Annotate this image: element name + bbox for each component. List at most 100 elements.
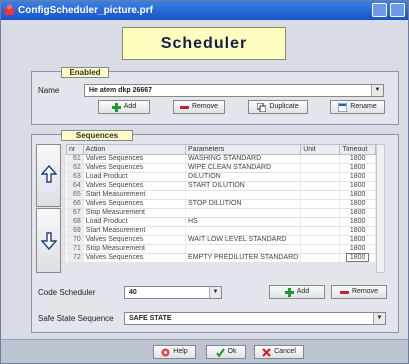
row-action: Start Measurement [83, 190, 187, 200]
row-action: Stop Measurement [83, 208, 187, 218]
table-row[interactable]: 66 Valves Sequences STOP DILUTION 1800 [66, 199, 376, 209]
timeout-value: 1800 [349, 155, 366, 162]
row-parameters: DILUTION [185, 172, 302, 182]
row-unit [300, 208, 341, 218]
chevron-down-icon: ▼ [371, 85, 383, 96]
row-unit [300, 190, 341, 200]
row-action: Valves Sequences [83, 163, 187, 173]
row-number: 68 [66, 217, 84, 227]
table-row[interactable]: 69 Start Measurement 1800 [66, 226, 376, 236]
row-parameters: START DILUTION [185, 181, 302, 191]
table-row[interactable]: 68 Load Product HS 1800 [66, 217, 376, 227]
code-scheduler-select[interactable]: 40 ▼ [124, 286, 222, 299]
row-number: 71 [66, 244, 84, 254]
table-row[interactable]: 63 Load Product DILUTION 1800 [66, 172, 376, 182]
remove-button[interactable]: Remove [173, 100, 225, 114]
row-timeout: 1800 [339, 208, 376, 218]
row-unit [300, 253, 341, 263]
arrow-up-icon [41, 165, 57, 183]
rename-button[interactable]: Rename [330, 100, 385, 114]
duplicate-button[interactable]: Duplicate [248, 100, 308, 114]
safe-state-select[interactable]: SAFE STATE ▼ [124, 312, 386, 325]
row-parameters [185, 190, 302, 200]
row-parameters: EMPTY PREDILUTER STANDARD [185, 253, 302, 263]
row-action: Valves Sequences [83, 253, 187, 263]
safe-state-label: Safe State Sequence [38, 314, 114, 323]
rename-icon [338, 102, 348, 112]
table-row[interactable]: 71 Stop Measurement 1800 [66, 244, 376, 254]
timeout-value: 1800 [345, 253, 370, 262]
arrow-down-icon [41, 232, 57, 250]
code-remove-button[interactable]: Remove [331, 285, 387, 299]
row-unit [300, 181, 341, 191]
row-parameters [185, 226, 302, 236]
add-button-label: Add [123, 103, 137, 110]
row-number: 61 [66, 154, 84, 164]
code-scheduler-label: Code Scheduler [38, 288, 96, 297]
column-header: Timeout [339, 144, 376, 155]
checkmark-icon [215, 347, 225, 357]
window-title: ConfigScheduler_picture.prf [18, 5, 154, 16]
table-row[interactable]: 62 Valves Sequences WIPE CLEAN STANDARD 180… [66, 163, 376, 173]
x-icon [262, 347, 271, 357]
chevron-down-icon: ▼ [209, 287, 221, 298]
timeout-value: 1800 [349, 218, 366, 225]
column-header: Action [82, 144, 187, 155]
sequences-table[interactable]: nr Action Parameters Unit Timeout 61 Valv… [66, 144, 376, 263]
row-action: Valves Sequences [83, 181, 187, 191]
timeout-value: 1800 [349, 164, 366, 171]
row-number: 72 [66, 253, 84, 263]
row-timeout: 1800 [339, 154, 376, 164]
remove-button-label: Remove [191, 103, 219, 110]
row-unit [300, 217, 341, 227]
row-timeout: 1800 [339, 163, 376, 173]
row-parameters: WASHING STANDARD [185, 154, 302, 164]
row-parameters: WAIT LOW LEVEL STANDARD [185, 235, 302, 245]
row-number: 62 [66, 163, 84, 173]
timeout-value: 1800 [349, 227, 366, 234]
ok-button[interactable]: Ok [206, 345, 246, 359]
timeout-value: 1800 [349, 236, 366, 243]
move-up-button[interactable] [36, 144, 61, 207]
plus-icon [111, 102, 121, 112]
chevron-down-icon: ▼ [373, 313, 385, 324]
rename-button-label: Rename [350, 103, 377, 110]
cancel-button[interactable]: Cancel [254, 345, 304, 359]
minus-icon [339, 290, 349, 294]
scheduler-window: ConfigScheduler_picture.prf Scheduler En… [0, 0, 409, 364]
column-header: Parameters [185, 144, 302, 155]
maximize-button[interactable] [390, 3, 405, 17]
column-header: nr [66, 144, 84, 155]
minimize-button[interactable] [372, 3, 387, 17]
title-bar[interactable]: ConfigScheduler_picture.prf [1, 1, 408, 20]
table-row[interactable]: 70 Valves Sequences WAIT LOW LEVEL STANDAR… [66, 235, 376, 245]
name-select-value: He atem dkp 26667 [89, 87, 153, 94]
table-row[interactable]: 64 Valves Sequences START DILUTION 1800 [66, 181, 376, 191]
code-add-button[interactable]: Add [269, 285, 325, 299]
row-unit [300, 235, 341, 245]
move-down-button[interactable] [36, 208, 61, 273]
table-row[interactable]: 61 Valves Sequences WASHING STANDARD 1800 [66, 154, 376, 164]
duplicate-icon [257, 102, 267, 112]
row-parameters [185, 244, 302, 254]
timeout-value: 1800 [349, 209, 366, 216]
sequences-tag: Sequences [61, 130, 133, 141]
enabled-tag: Enabled [61, 67, 109, 78]
table-row[interactable]: 67 Stop Measurement 1800 [66, 208, 376, 218]
table-row[interactable]: 72 Valves Sequences EMPTY PREDILUTER STAND… [66, 253, 376, 263]
row-action: Valves Sequences [83, 199, 187, 209]
minus-icon [179, 105, 189, 109]
table-row[interactable]: 65 Start Measurement 1800 [66, 190, 376, 200]
row-parameters: WIPE CLEAN STANDARD [185, 163, 302, 173]
row-number: 65 [66, 190, 84, 200]
code-remove-label: Remove [351, 288, 379, 295]
row-action: Valves Sequences [83, 235, 187, 245]
row-number: 66 [66, 199, 84, 209]
table-scrollbar[interactable] [376, 144, 385, 273]
row-timeout: 1800 [339, 217, 376, 227]
help-button[interactable]: Help [153, 345, 196, 359]
add-button[interactable]: Add [98, 100, 150, 114]
name-select[interactable]: He atem dkp 26667 ▼ [84, 84, 384, 97]
column-header: Unit [300, 144, 341, 155]
row-timeout: 1800 [339, 253, 376, 263]
